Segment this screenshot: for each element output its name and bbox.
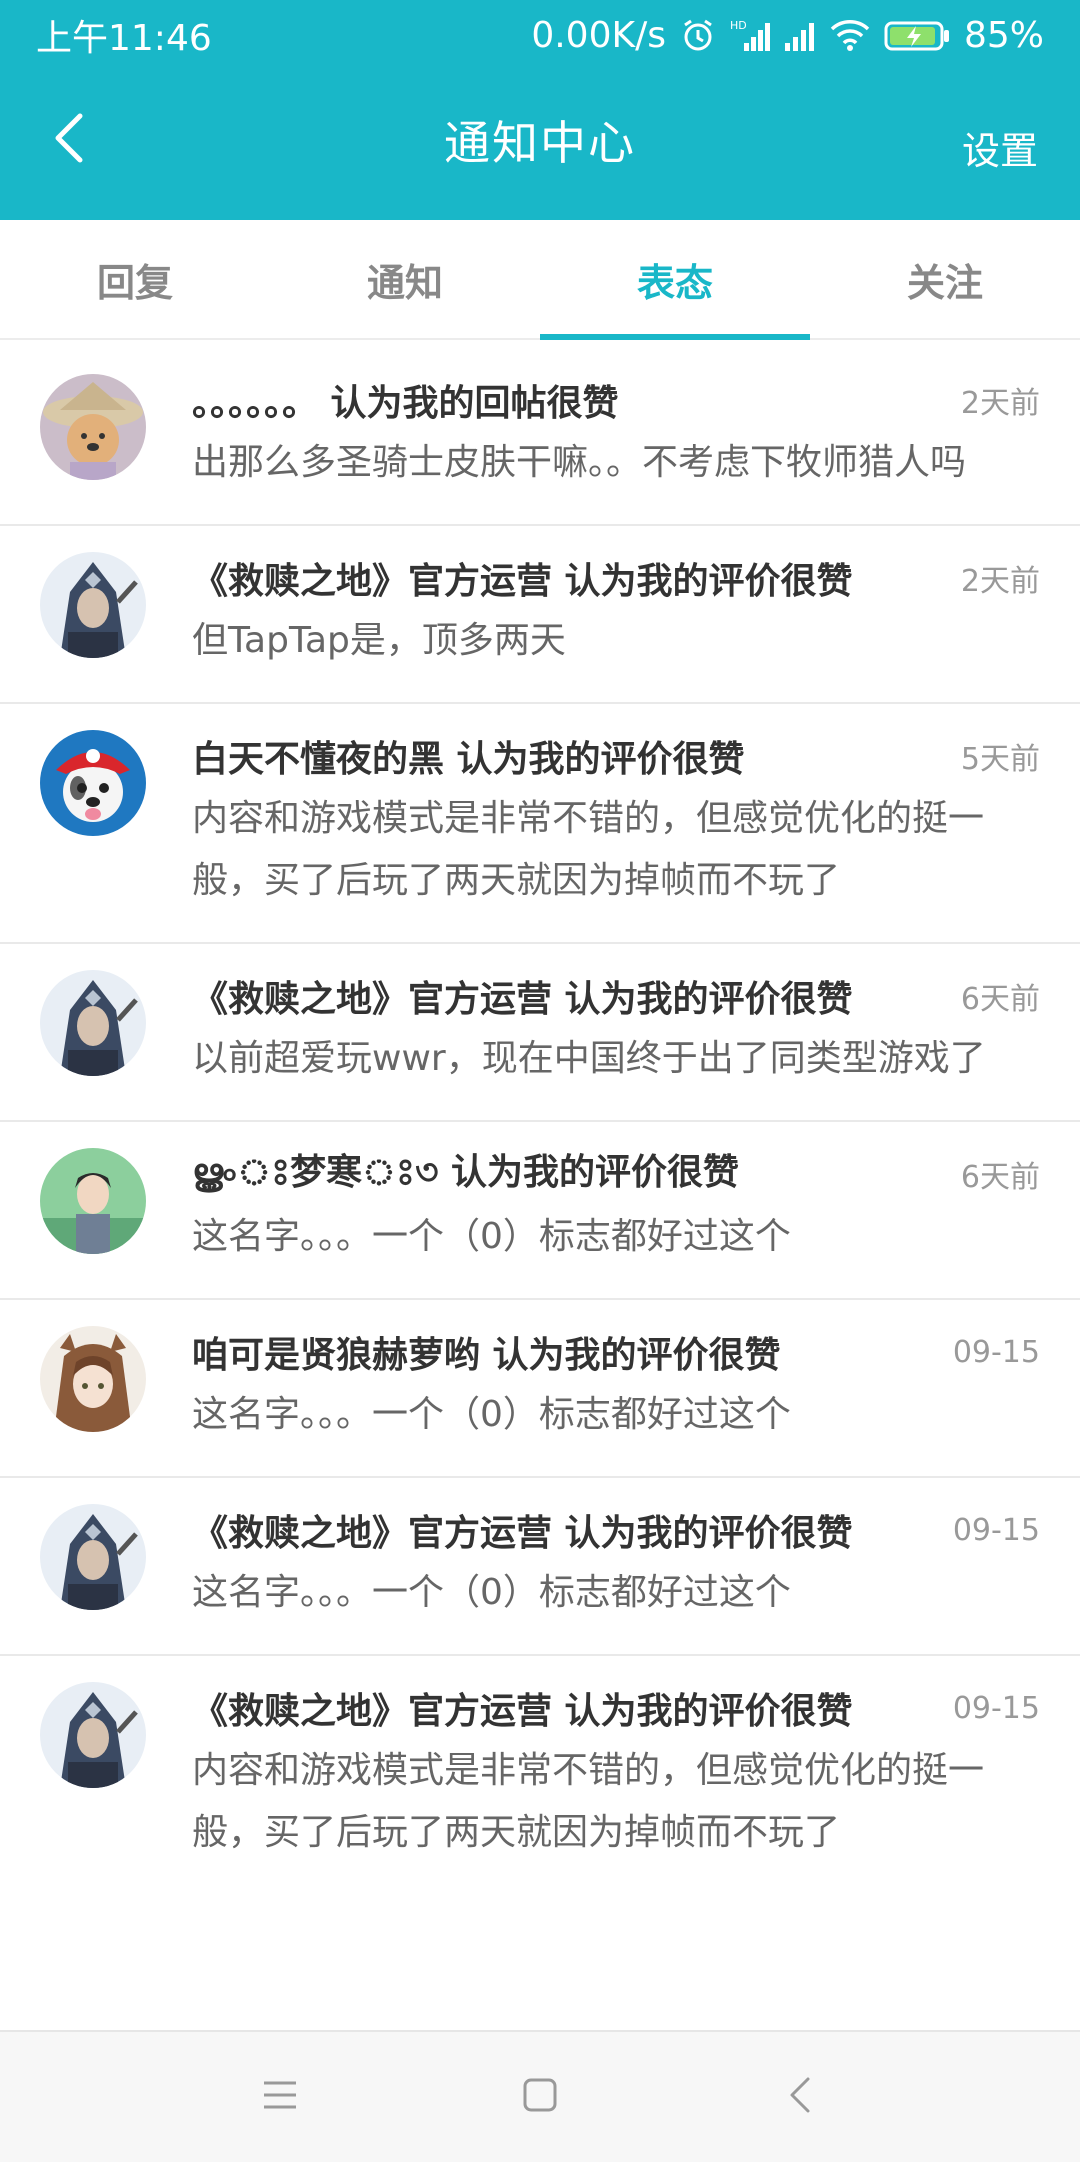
menu-button[interactable] <box>240 2057 320 2137</box>
item-title: ൠ৹ঃ梦寒ঃ৩ 认为我的评价很赞 <box>192 1152 740 1193</box>
item-time: 09-15 <box>952 1334 1040 1370</box>
item-body: 这名字。。。一个（0）标志都好过这个 <box>192 1394 791 1435</box>
item-title: 咱可是贤狼赫萝哟 认为我的评价很赞 <box>192 1335 781 1376</box>
wifi-icon <box>830 13 870 57</box>
item-time: 2天前 <box>960 564 1040 599</box>
system-nav-bar <box>0 2030 1080 2162</box>
avatar-pup-red-hat[interactable] <box>40 730 146 836</box>
menu-icon <box>262 2079 298 2115</box>
item-title: 。。。。。。 认为我的回帖很赞 <box>192 383 619 424</box>
item-title: 《救赎之地》官方运营 认为我的评价很赞 <box>192 979 853 1020</box>
battery-charging-icon <box>884 13 950 57</box>
item-header: 《救赎之地》官方运营 认为我的评价很赞 6天前 <box>192 968 1040 1024</box>
list-item[interactable]: 白天不懂夜的黑 认为我的评价很赞 5天前内容和游戏模式是非常不错的，但感觉优化的挺… <box>0 704 1080 944</box>
back-icon <box>788 2075 812 2119</box>
item-time: 6天前 <box>960 1160 1040 1195</box>
item-time: 09-15 <box>952 1512 1040 1548</box>
item-time: 2天前 <box>960 386 1040 421</box>
item-header: 咱可是贤狼赫萝哟 认为我的评价很赞 09-15 <box>192 1324 1040 1380</box>
page-title: 通知中心 <box>444 116 636 170</box>
list-item[interactable]: 。。。。。。 认为我的回帖很赞 2天前出那么多圣骑士皮肤干嘛。。不考虑下牧师猎人吗 <box>0 348 1080 526</box>
item-title: 《救赎之地》官方运营 认为我的评价很赞 <box>192 1691 853 1732</box>
item-body: 以前超爱玩wwr，现在中国终于出了同类型游戏了 <box>192 1038 986 1079</box>
item-body: 内容和游戏模式是非常不错的，但感觉优化的挺一般，买了后玩了两天就因为掉帧而不玩了 <box>192 1750 985 1853</box>
list-item[interactable]: ൠ৹ঃ梦寒ঃ৩ 认为我的评价很赞 6天前这名字。。。一个（0）标志都好过这个 <box>0 1122 1080 1300</box>
item-body: 但TapTap是，顶多两天 <box>192 620 566 661</box>
notification-list: 。。。。。。 认为我的回帖很赞 2天前 出那么多圣骑士皮肤干嘛。。不考虑下牧师猎人吗… <box>0 348 1080 1894</box>
status-time: 上午11:46 <box>36 18 212 59</box>
tab-bar: 回复 通知 表态 关注 <box>0 220 1080 340</box>
settings-button[interactable]: 设置 <box>962 120 1038 175</box>
list-item[interactable]: 《救赎之地》官方运营 认为我的评价很赞 09-15 这名字。。。一个（0）标志都好过… <box>0 1478 1080 1656</box>
signal-icon <box>784 13 816 57</box>
item-time: 5天前 <box>960 742 1040 777</box>
item-title: 《救赎之地》官方运营 认为我的评价很赞 <box>192 561 853 602</box>
chevron-left-icon <box>50 110 90 170</box>
item-header: ൠ৹ঃ梦寒ঃ৩ 认为我的评价很赞 6天前 <box>192 1146 1040 1202</box>
avatar-hooded-warrior[interactable] <box>40 1504 146 1610</box>
nav-back-button[interactable] <box>760 2057 840 2137</box>
item-body: 这名字。。。一个（0）标志都好过这个 <box>192 1572 791 1613</box>
tab-3[interactable]: 关注 <box>810 220 1080 338</box>
tab-1[interactable]: 通知 <box>270 220 540 338</box>
hd-signal-icon: HD <box>730 13 770 57</box>
item-time: 09-15 <box>952 1690 1040 1726</box>
list-item[interactable]: 《救赎之地》官方运营 认为我的评价很赞 6天前以前超爱玩wwr，现在中国终于出了同… <box>0 944 1080 1122</box>
avatar-hooded-warrior[interactable] <box>40 970 146 1076</box>
list-item[interactable]: 《救赎之地》官方运营 认为我的评价很赞 09-15 内容和游戏模式是非常不错的，但感… <box>0 1656 1080 1894</box>
item-title: 白天不懂夜的黑 认为我的评价很赞 <box>192 739 745 780</box>
item-body: 内容和游戏模式是非常不错的，但感觉优化的挺一般，买了后玩了两天就因为掉帧而不玩了 <box>192 798 985 901</box>
item-body: 出那么多圣骑士皮肤干嘛。。不考虑下牧师猎人吗 <box>192 442 967 483</box>
item-title: 《救赎之地》官方运营 认为我的评价很赞 <box>192 1513 853 1554</box>
avatar-hooded-warrior[interactable] <box>40 552 146 658</box>
item-header: 《救赎之地》官方运营 认为我的评价很赞 2天前 <box>192 550 1040 606</box>
item-header: 白天不懂夜的黑 认为我的评价很赞 5天前 <box>192 728 1040 784</box>
avatar-anime-boy[interactable] <box>40 1148 146 1254</box>
network-speed: 0.00K/s <box>531 14 666 56</box>
avatar-wolf-girl[interactable] <box>40 1326 146 1432</box>
home-icon <box>522 2077 558 2117</box>
item-header: 《救赎之地》官方运营 认为我的评价很赞 09-15 <box>192 1502 1040 1558</box>
home-button[interactable] <box>500 2057 580 2137</box>
svg-text:HD: HD <box>730 19 747 32</box>
list-item[interactable]: 咱可是贤狼赫萝哟 认为我的评价很赞 09-15 这名字。。。一个（0）标志都好过这个 <box>0 1300 1080 1478</box>
back-button[interactable] <box>30 100 110 180</box>
avatar-dog-hat[interactable] <box>40 374 146 480</box>
item-body: 这名字。。。一个（0）标志都好过这个 <box>192 1216 791 1257</box>
top-bar: 上午11:46 0.00K/s HD 85% 通知中心 设置 <box>0 0 1080 220</box>
tab-2[interactable]: 表态 <box>540 220 810 340</box>
avatar-hooded-warrior[interactable] <box>40 1682 146 1788</box>
item-header: 《救赎之地》官方运营 认为我的评价很赞 09-15 <box>192 1680 1040 1736</box>
status-bar: 上午11:46 0.00K/s HD 85% <box>0 0 1080 70</box>
status-indicators: 0.00K/s HD 85% <box>531 13 1044 57</box>
tab-0[interactable]: 回复 <box>0 220 270 338</box>
battery-level: 85% <box>963 14 1044 56</box>
alarm-icon <box>680 13 716 57</box>
item-header: 。。。。。。 认为我的回帖很赞 2天前 <box>192 372 1040 428</box>
list-item[interactable]: 《救赎之地》官方运营 认为我的评价很赞 2天前但TapTap是，顶多两天 <box>0 526 1080 704</box>
app-bar: 通知中心 设置 <box>0 80 1080 200</box>
item-time: 6天前 <box>960 982 1040 1017</box>
